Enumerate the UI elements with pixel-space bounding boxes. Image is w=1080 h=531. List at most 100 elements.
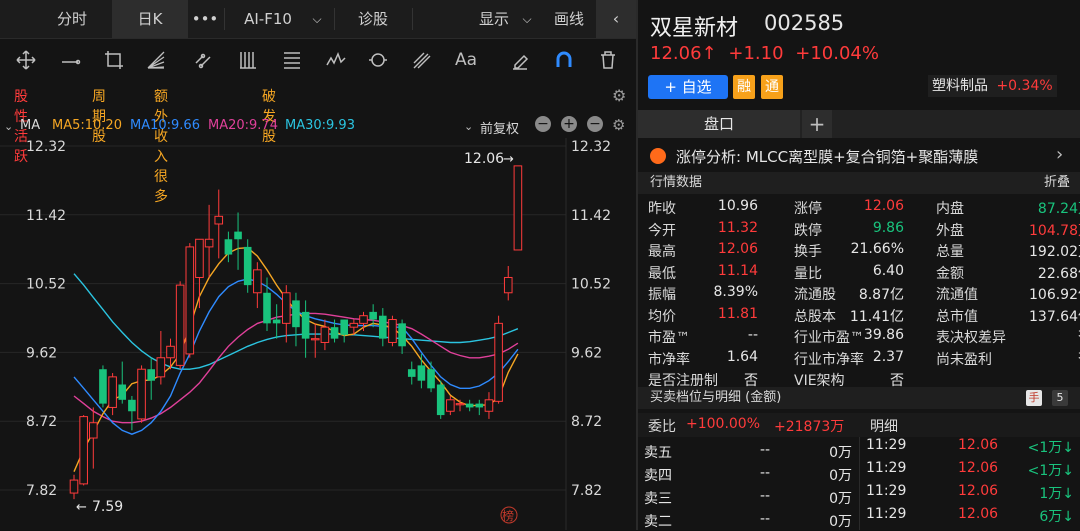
eraser-icon[interactable] [506,46,534,74]
gear-icon[interactable]: ⚙ [612,86,626,105]
candle[interactable] [292,292,300,347]
tab-ai-f10[interactable]: AI-F10 [228,0,308,38]
chevron-down-icon[interactable]: ⌵ [518,0,536,38]
wave-icon[interactable] [322,46,350,74]
candle[interactable] [147,357,155,400]
rectangle-icon[interactable] [100,46,128,74]
candle-body [79,416,88,485]
ma30-value: MA30:9.93 [285,118,355,133]
candle[interactable] [79,415,88,486]
candle[interactable] [484,392,494,419]
candle[interactable] [340,319,348,343]
quote-label: 昨收 [648,201,676,217]
trade-time: 11:29 [866,483,907,499]
more-tabs-button[interactable]: ••• [188,0,222,38]
line-segment-icon[interactable] [56,46,84,74]
candle[interactable] [494,315,503,404]
collapse-chevron-icon[interactable]: ⌄ [4,120,13,133]
candle[interactable] [69,474,79,500]
tab-day-k[interactable]: 日K [112,0,188,38]
add-watchlist-button[interactable]: + 自选 [648,75,728,99]
candle[interactable] [455,399,465,412]
candle[interactable] [204,204,214,278]
candle[interactable] [436,380,445,419]
candle[interactable] [156,330,166,385]
candle-body [195,238,204,278]
gann-icon[interactable] [408,46,436,74]
candle[interactable] [175,281,185,370]
candle[interactable] [379,308,387,347]
candle[interactable] [388,315,397,347]
candle[interactable] [89,407,98,469]
candle[interactable] [407,361,416,385]
candle[interactable] [224,231,233,263]
fan-lines-icon[interactable] [142,46,170,74]
quote-label: 市盈™ [648,330,690,346]
ma-legend: ⌄ MA MA5:10.20 MA10:9.66 MA20:9.74 MA30:… [0,115,636,137]
candle[interactable] [475,399,484,416]
chevron-down-icon[interactable]: ⌵ [306,0,328,38]
candle[interactable] [118,361,127,404]
gear-icon[interactable]: ⚙ [612,116,625,134]
trade-volume: 1万↓ [1039,486,1074,502]
tab-diagnose[interactable]: 诊股 [336,0,410,38]
candle[interactable] [513,165,523,251]
hand-unit-button[interactable]: 手 [1026,390,1042,406]
chevron-down-icon[interactable]: ⌄ [464,120,473,133]
zoom-in-icon[interactable]: + [561,116,577,132]
depth-five-button[interactable]: 5 [1052,390,1068,406]
candle[interactable] [128,395,136,431]
magnet-icon[interactable] [550,46,578,74]
adjust-dropdown[interactable]: 前复权 [480,118,519,137]
add-tab-button[interactable]: + [802,110,832,138]
candle[interactable] [108,373,117,416]
fold-button[interactable]: 折叠 [1044,172,1070,194]
candle[interactable] [282,285,291,343]
quote-label: 今开 [648,222,676,239]
candle[interactable] [503,266,513,301]
display-dropdown[interactable]: 显示 [470,0,518,38]
candle[interactable] [99,365,107,408]
cycle-icon[interactable] [364,46,392,74]
fibonacci-icon[interactable] [278,46,306,74]
chevron-right-icon[interactable]: › [1056,144,1063,165]
candle[interactable] [195,238,204,309]
connect-badge[interactable]: 通 [761,75,783,99]
candle[interactable] [320,319,330,351]
sector-tag[interactable]: 塑料制品 +0.34% [928,75,1057,97]
back-icon[interactable]: ‹ [596,0,636,38]
text-tool-icon[interactable]: Aa [452,46,480,74]
margin-badge[interactable]: 融 [733,75,755,99]
candle[interactable] [137,365,146,423]
candle[interactable] [234,212,242,270]
quote-value: 22.68亿 [1037,265,1080,282]
candlestick-chart[interactable]: 12.32 12.32 11.42 11.42 10.52 10.52 9.62 9.62 8.… [0,138,636,530]
quote-label: 流通股 [794,287,836,303]
remove-indicator-icon[interactable]: − [587,116,603,132]
candle[interactable] [465,399,474,412]
candle[interactable] [272,304,281,339]
period-lines-icon[interactable] [234,46,262,74]
candle[interactable] [427,361,435,393]
channel-icon[interactable] [190,46,218,74]
tab-handicap[interactable]: 盘口 [638,110,800,138]
limit-up-analysis[interactable]: 涨停分析: MLCC离型膜+复合铜箔+聚酯薄膜 › [638,142,1080,170]
y-tick-left: 10.52 [26,277,66,293]
candle[interactable] [301,300,310,358]
move-cross-icon[interactable] [12,46,40,74]
tab-time-share[interactable]: 分时 [34,0,110,38]
candle[interactable] [253,262,262,309]
candle[interactable] [214,189,224,259]
candle[interactable] [243,239,252,293]
candle[interactable] [417,353,426,389]
candle[interactable] [166,338,175,370]
candle-body [204,238,214,248]
candle[interactable] [398,319,406,354]
quote-value: 192.02万 [1029,244,1080,260]
draw-line-button[interactable]: 画线 [544,0,594,38]
trash-icon[interactable] [594,46,622,74]
candle[interactable] [185,243,195,358]
candle[interactable] [359,311,368,331]
zoom-out-icon[interactable]: − [535,116,551,132]
candle[interactable] [446,395,455,416]
